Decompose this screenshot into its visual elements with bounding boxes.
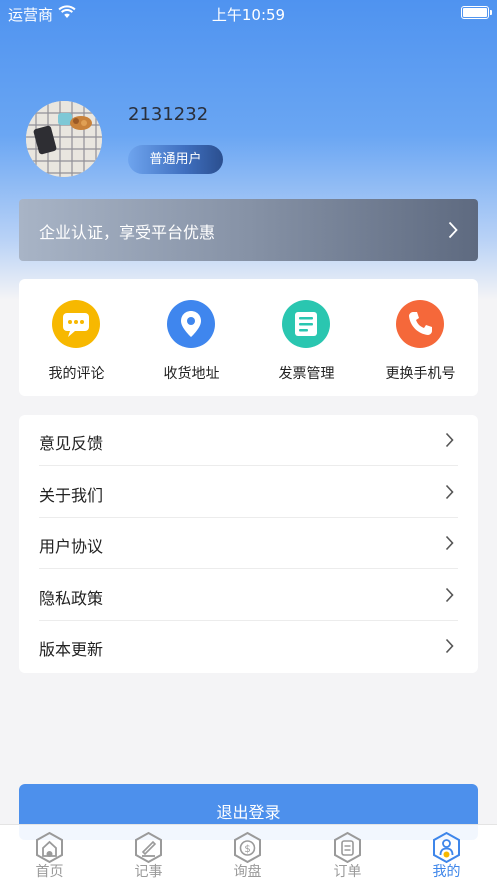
tab-label: 询盘	[233, 864, 262, 880]
tab-label: 首页	[35, 864, 64, 880]
home-icon	[36, 831, 63, 864]
quick-action-change-phone[interactable]: 更换手机号	[363, 279, 478, 396]
menu-item-privacy-policy[interactable]: 隐私政策	[39, 570, 458, 621]
quick-action-label: 更换手机号	[385, 366, 456, 382]
avatar-photo	[26, 101, 102, 177]
menu-item-version-update[interactable]: 版本更新	[39, 621, 458, 672]
chevron-right-icon	[445, 638, 454, 654]
quick-actions-card: 我的评论 收货地址 发票管理 更换手机号	[19, 279, 478, 396]
tab-home[interactable]: 首页	[0, 825, 99, 883]
menu-item-label: 意见反馈	[39, 434, 104, 453]
order-icon	[334, 831, 361, 864]
bottom-tab-bar: 首页 记事 $ 询盘 订单 我的	[0, 824, 497, 883]
quick-action-label: 我的评论	[48, 366, 105, 382]
phone-icon	[396, 300, 444, 348]
quick-action-label: 收货地址	[163, 366, 220, 382]
enterprise-cert-label: 企业认证，享受平台优惠	[39, 223, 216, 242]
inquiry-icon: $	[234, 831, 261, 864]
avatar[interactable]	[26, 101, 102, 177]
user-type-badge: 普通用户	[128, 145, 223, 174]
battery-icon	[461, 6, 492, 19]
profile-icon	[433, 831, 460, 864]
quick-action-my-comments[interactable]: 我的评论	[19, 279, 134, 396]
quick-action-label: 发票管理	[278, 366, 335, 382]
chevron-right-icon	[448, 221, 458, 239]
menu-item-label: 隐私政策	[39, 589, 104, 608]
quick-action-shipping-address[interactable]: 收货地址	[134, 279, 249, 396]
tab-label: 我的	[432, 864, 461, 880]
status-time: 上午10:59	[211, 6, 286, 24]
tab-label: 记事	[134, 864, 163, 880]
chevron-right-icon	[445, 587, 454, 603]
menu-item-feedback[interactable]: 意见反馈	[39, 415, 458, 466]
menu-item-about-us[interactable]: 关于我们	[39, 467, 458, 518]
menu-item-label: 版本更新	[39, 640, 104, 659]
tab-label: 订单	[333, 864, 362, 880]
chevron-right-icon	[445, 535, 454, 551]
tab-orders[interactable]: 订单	[298, 825, 397, 883]
invoice-icon	[282, 300, 330, 348]
settings-menu: 意见反馈 关于我们 用户协议 隐私政策 版本更新	[19, 415, 478, 673]
status-bar: 运营商 上午10:59	[0, 0, 497, 26]
comment-icon	[52, 300, 100, 348]
menu-item-user-agreement[interactable]: 用户协议	[39, 518, 458, 569]
location-pin-icon	[167, 300, 215, 348]
svg-text:$: $	[244, 844, 250, 855]
menu-item-label: 关于我们	[39, 486, 104, 505]
tab-notes[interactable]: 记事	[99, 825, 198, 883]
chevron-right-icon	[445, 484, 454, 500]
tab-profile[interactable]: 我的	[397, 825, 496, 883]
username: 2131232	[128, 104, 209, 125]
enterprise-cert-banner[interactable]: 企业认证，享受平台优惠	[19, 199, 478, 261]
quick-action-invoice-management[interactable]: 发票管理	[249, 279, 364, 396]
tab-inquiry[interactable]: $ 询盘	[198, 825, 297, 883]
menu-item-label: 用户协议	[39, 537, 104, 556]
notes-icon	[135, 831, 162, 864]
chevron-right-icon	[445, 432, 454, 448]
